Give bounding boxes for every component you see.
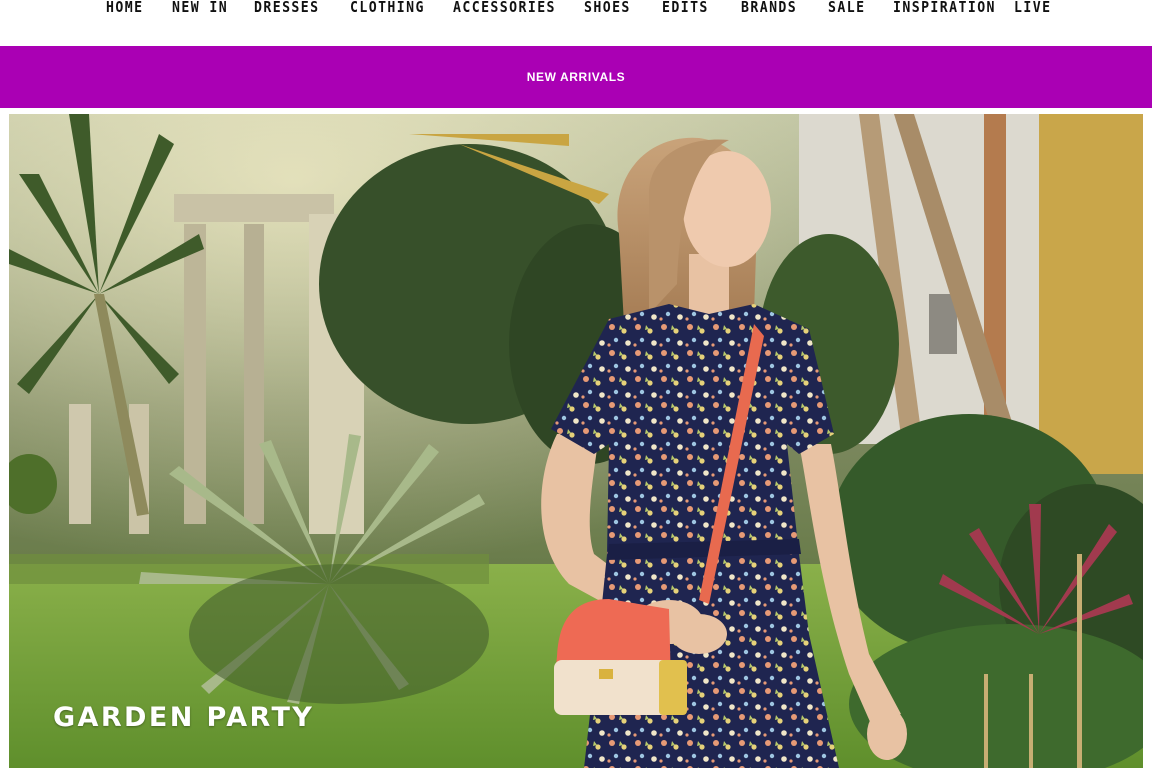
hero-title[interactable]: GARDEN PARTY [53, 702, 314, 733]
nav-live[interactable]: LIVE [1014, 0, 1051, 16]
nav-new-in[interactable]: NEW IN [172, 0, 228, 16]
nav-clothing[interactable]: CLOTHING [350, 0, 425, 16]
nav-home[interactable]: HOME [106, 0, 143, 16]
hero-banner[interactable]: GARDEN PARTY [9, 114, 1143, 768]
nav-inspiration[interactable]: INSPIRATION [893, 0, 996, 16]
main-navigation: HOME NEW IN DRESSES CLOTHING ACCESSORIES… [0, 0, 1152, 46]
nav-edits[interactable]: EDITS [662, 0, 709, 16]
nav-accessories[interactable]: ACCESSORIES [453, 0, 556, 16]
promo-banner-label: NEW ARRIVALS [526, 70, 626, 84]
nav-dresses[interactable]: DRESSES [254, 0, 319, 16]
nav-brands[interactable]: BRANDS [741, 0, 797, 16]
promo-banner[interactable]: NEW ARRIVALS [0, 46, 1152, 108]
nav-shoes[interactable]: SHOES [584, 0, 631, 16]
nav-sale[interactable]: SALE [828, 0, 865, 16]
hero-image [9, 114, 1143, 768]
